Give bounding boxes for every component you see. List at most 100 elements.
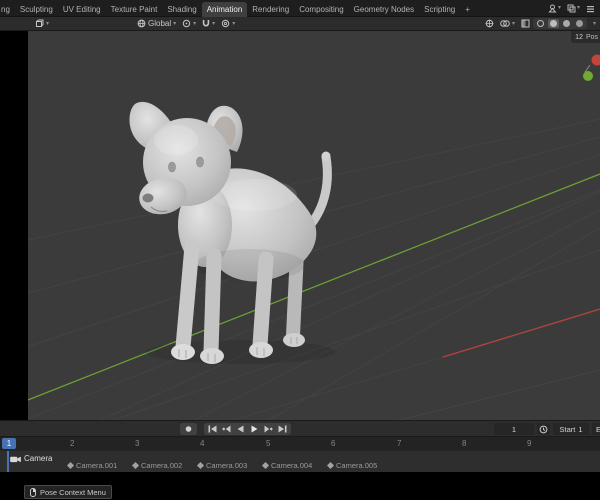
playback-sync-button[interactable]	[537, 423, 550, 435]
tab-geometry-nodes[interactable]: Geometry Nodes	[349, 2, 419, 17]
tab-texture-paint[interactable]: Texture Paint	[106, 2, 163, 17]
play-button[interactable]	[248, 424, 261, 435]
tab-shading[interactable]: Shading	[162, 2, 201, 17]
shading-options-button[interactable]: ▾	[590, 21, 600, 27]
timeline-marker-region[interactable]: Camera Camera.001 Camera.002 Camera.003 …	[0, 450, 600, 473]
current-frame-indicator[interactable]: 1	[2, 438, 16, 449]
marker-label: Camera	[24, 454, 53, 463]
frame-start-field[interactable]: Start 1	[553, 423, 589, 435]
tab-uv-editing[interactable]: UV Editing	[58, 2, 106, 17]
gizmo-y-axis-ball[interactable]	[583, 71, 593, 81]
marker-diamond-icon	[131, 461, 140, 470]
viewport-3d[interactable]: 12 Pos	[0, 31, 600, 420]
editor-type-button[interactable]: ▾	[32, 19, 52, 28]
marker-diamond-icon	[196, 461, 205, 470]
snap-toggle[interactable]: ▾	[199, 19, 218, 28]
marker-diamond-icon	[326, 461, 335, 470]
orientation-label: Global	[148, 19, 172, 28]
chevron-down-icon: ▾	[232, 20, 236, 27]
ruler-number: 6	[331, 439, 336, 448]
marker-label: Camera.001	[76, 461, 118, 470]
viewport-header: ▾ Global ▾ ▾ ▾ ▾ ▾ ▾	[0, 17, 600, 31]
timeline-marker[interactable]: Camera.002	[131, 461, 183, 470]
chevron-down-icon: ▾	[557, 5, 561, 11]
record-icon	[185, 426, 192, 432]
view-layer-selector-icon	[567, 4, 576, 12]
topbar-right-controls: ▾ ▾	[548, 4, 600, 13]
timeline-marker[interactable]: Camera.001	[66, 461, 118, 470]
sidebar-stub[interactable]: 12 Pos	[571, 31, 600, 43]
tab-compositing[interactable]: Compositing	[294, 2, 348, 17]
play-icon	[251, 425, 258, 433]
current-frame-field[interactable]: 1	[494, 423, 534, 435]
ruler-number: 2	[70, 439, 75, 448]
gizmo-x-axis-ball[interactable]	[591, 54, 600, 66]
timeline-marker[interactable]: Camera	[10, 454, 52, 463]
gizmo-toggle[interactable]	[482, 19, 497, 28]
shading-rendered-icon	[575, 20, 583, 27]
window-menu-button[interactable]	[586, 4, 595, 13]
jump-to-end-button[interactable]	[276, 424, 289, 435]
start-label: Start	[559, 424, 576, 434]
marker-label: Camera.004	[271, 461, 313, 470]
tab-animation[interactable]: Animation	[201, 1, 248, 17]
timeline-marker[interactable]: Camera.005	[326, 461, 378, 470]
timeline-marker[interactable]: Camera.003	[196, 461, 248, 470]
chevron-down-icon: ▾	[212, 20, 216, 27]
shading-wireframe-button[interactable]	[535, 19, 546, 28]
proportional-editing-toggle[interactable]: ▾	[218, 19, 238, 28]
shading-rendered-button[interactable]	[574, 19, 585, 28]
chevron-down-icon: ▾	[511, 20, 515, 27]
ruler-number: 7	[397, 439, 402, 448]
play-reverse-button[interactable]	[234, 424, 247, 435]
transform-orientation-dropdown[interactable]: Global ▾	[134, 19, 179, 28]
next-keyframe-button[interactable]	[262, 424, 275, 435]
previous-keyframe-icon	[222, 425, 231, 433]
marker-label: Camera.002	[141, 461, 183, 470]
pivot-point-icon	[182, 19, 191, 28]
jump-to-start-button[interactable]	[206, 424, 219, 435]
gizmo-icon	[485, 19, 494, 28]
window-menu-icon	[587, 5, 594, 12]
end-label: End	[596, 424, 600, 434]
snap-magnet-icon	[202, 20, 210, 27]
marker-label: Camera.003	[206, 461, 248, 470]
view-layer-selector[interactable]: ▾	[567, 4, 580, 13]
scene-selector-icon	[548, 4, 557, 12]
xray-toggle[interactable]	[518, 19, 533, 28]
overlays-toggle[interactable]: ▾	[497, 19, 518, 28]
shading-solid-button[interactable]	[547, 19, 559, 28]
viewport-left-black-strip	[0, 31, 28, 420]
add-workspace-button[interactable]: +	[460, 2, 475, 17]
auto-keying-record-button[interactable]	[182, 424, 195, 435]
tab-sculpting[interactable]: Sculpting	[15, 2, 58, 17]
camera-icon	[10, 456, 21, 462]
chevron-down-icon: ▾	[173, 20, 177, 27]
navigation-gizmo[interactable]	[0, 31, 600, 420]
ruler-number: 5	[266, 439, 271, 448]
tab-rendering[interactable]: Rendering	[247, 2, 294, 17]
timeline-marker[interactable]: Camera.004	[261, 461, 313, 470]
marker-label: Camera.005	[336, 461, 378, 470]
ruler-number: 4	[200, 439, 205, 448]
previous-keyframe-button[interactable]	[220, 424, 233, 435]
pivot-point-dropdown[interactable]: ▾	[179, 19, 199, 28]
blender-window: { "topbar": { "tabs": ["ng","Sculpting",…	[0, 0, 600, 500]
tab-modeling[interactable]: ng	[0, 2, 15, 17]
shading-material-button[interactable]	[561, 19, 572, 28]
viewport-shading-group	[532, 18, 587, 29]
current-frame-line[interactable]	[7, 451, 9, 473]
transform-orientation-globe-icon	[137, 19, 146, 28]
ruler-number: 3	[135, 439, 140, 448]
record-group	[180, 423, 197, 435]
editor-type-icon	[36, 19, 44, 27]
frame-end-field[interactable]: End	[592, 423, 600, 435]
scene-selector[interactable]: ▾	[548, 4, 561, 13]
timeline-ruler[interactable]: 1 2 3 4 5 6 7 8 9	[0, 436, 600, 450]
overlays-icon	[500, 20, 510, 27]
transport-controls	[204, 423, 291, 435]
tab-scripting[interactable]: Scripting	[419, 2, 460, 17]
status-bar: Pose Context Menu	[0, 472, 600, 500]
chevron-down-icon: ▾	[193, 20, 197, 27]
start-value: 1	[578, 424, 583, 434]
